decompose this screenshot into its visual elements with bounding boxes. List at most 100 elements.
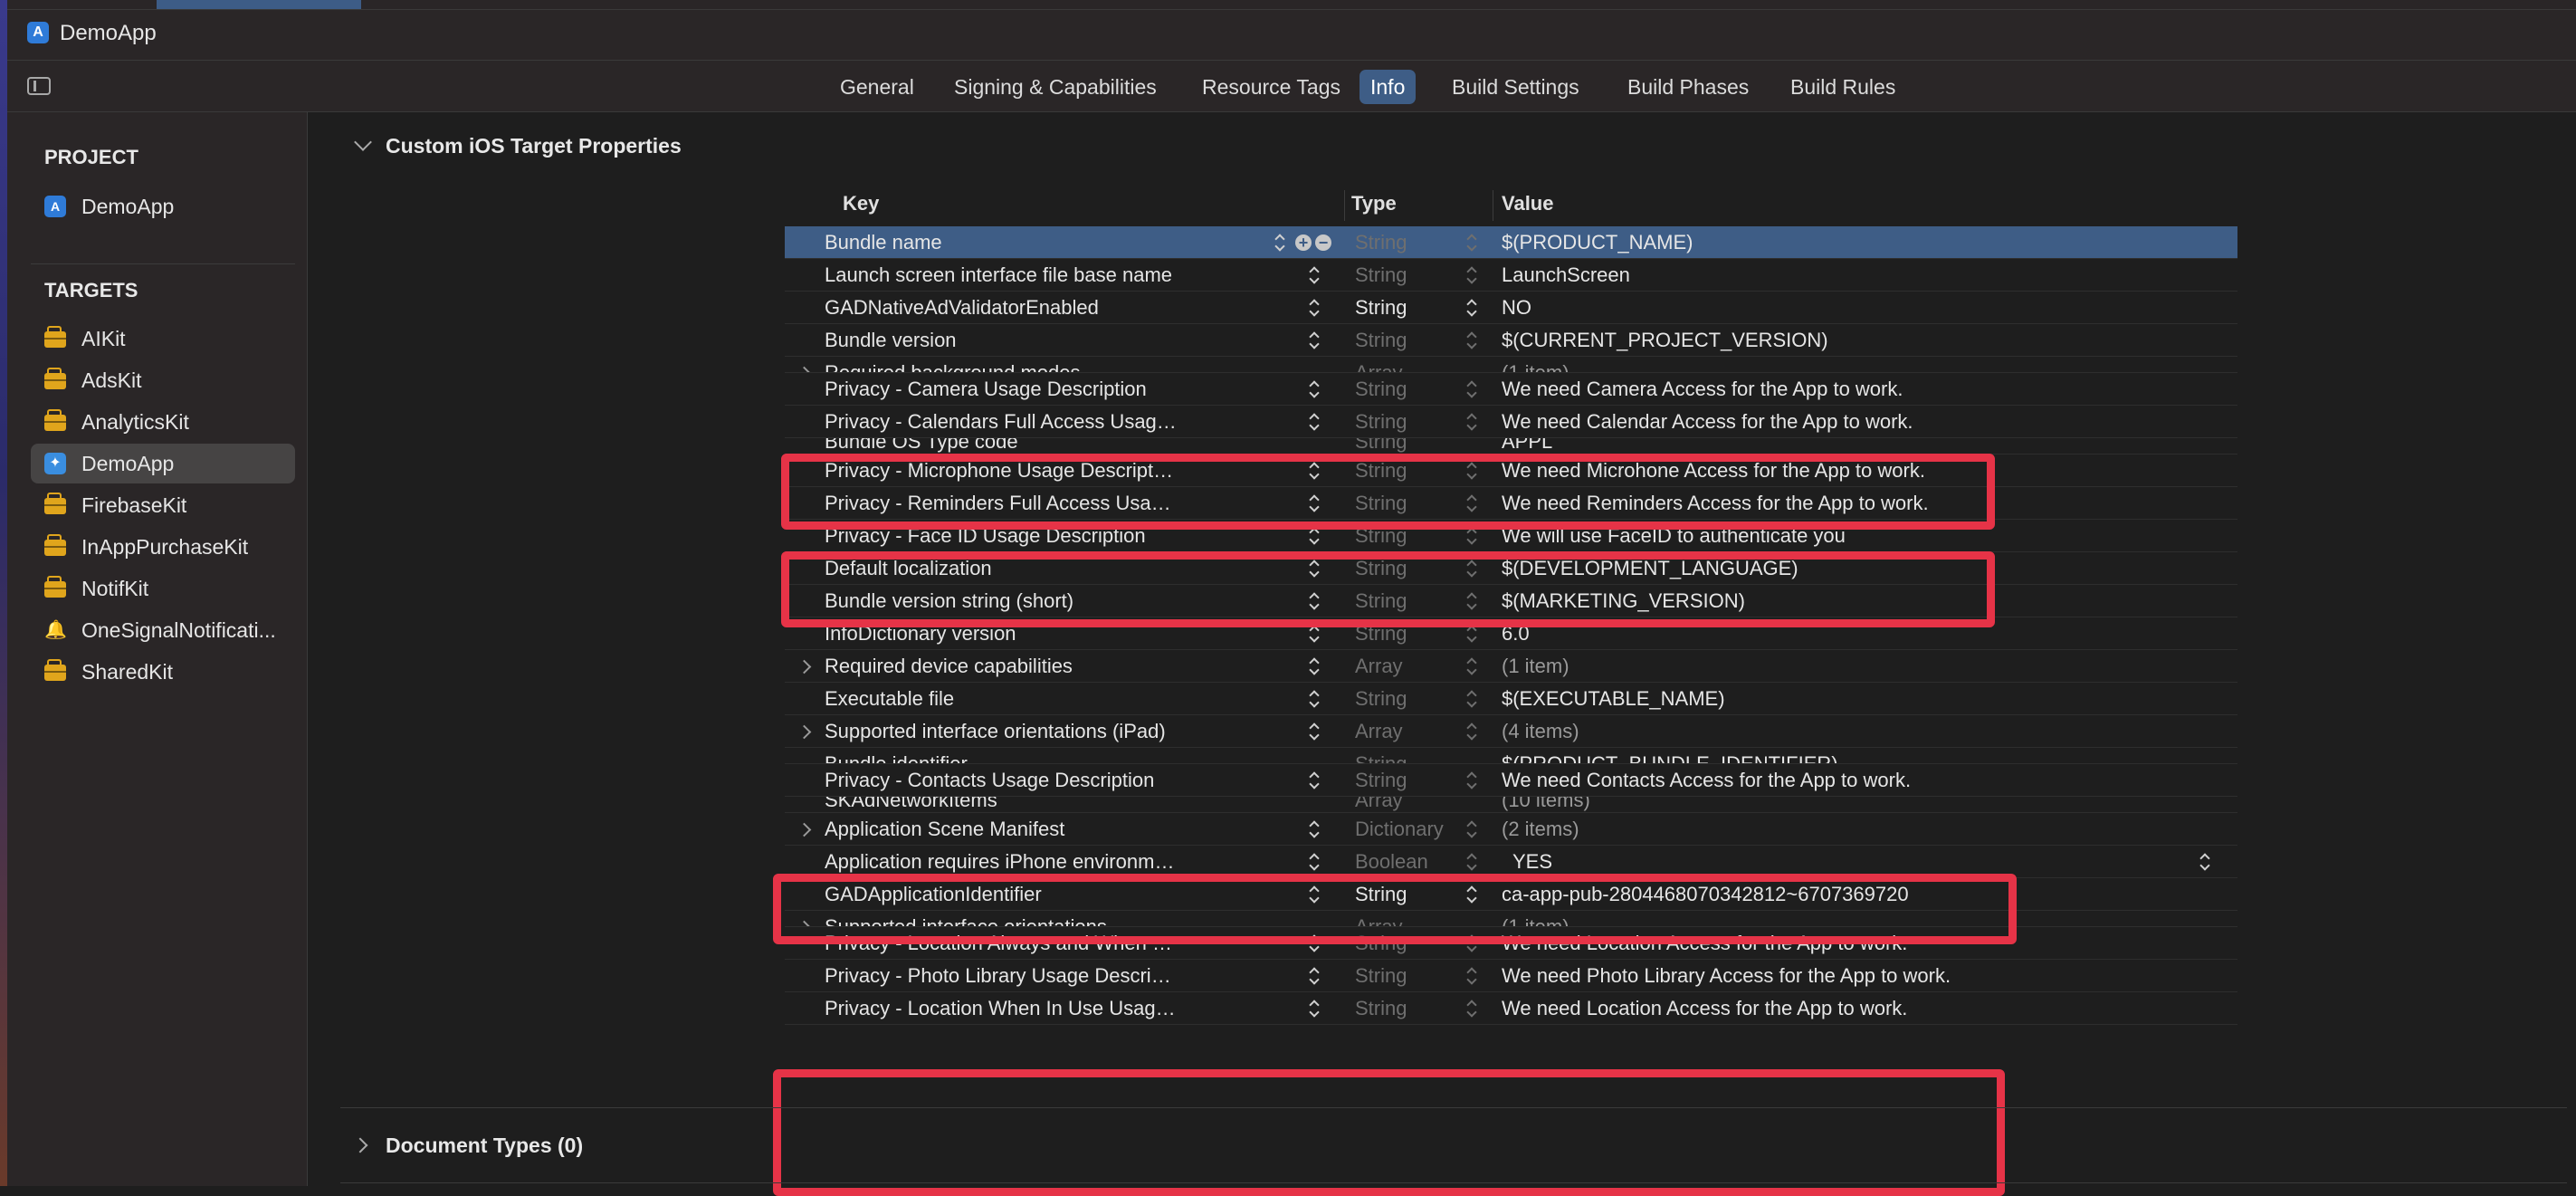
chevron-updown-icon[interactable] — [1308, 933, 1321, 953]
table-row[interactable]: Privacy - Camera Usage Description Strin… — [785, 373, 2237, 406]
row-value[interactable]: We will use FaceID to authenticate you — [1502, 520, 1846, 552]
chevron-updown-icon[interactable] — [1274, 233, 1286, 253]
chevron-updown-icon[interactable] — [1465, 493, 1478, 513]
chevron-updown-icon[interactable] — [1308, 379, 1321, 399]
chevron-updown-icon[interactable] — [1308, 624, 1321, 644]
chevron-down-icon[interactable] — [354, 133, 372, 151]
chevron-updown-icon[interactable] — [1308, 265, 1321, 285]
sidebar-item-project[interactable]: A DemoApp — [31, 187, 295, 226]
table-row[interactable]: Privacy - Location Always and When In Us… — [785, 927, 2237, 960]
disclosure-chevron-icon[interactable] — [797, 724, 812, 740]
tab-general[interactable]: General — [829, 70, 925, 104]
sidebar-item-target[interactable]: AIKit — [31, 319, 295, 359]
row-value[interactable]: We need Photo Library Access for the App… — [1502, 960, 1951, 992]
tab-resource-tags[interactable]: Resource Tags — [1191, 70, 1351, 104]
chevron-updown-icon[interactable] — [1465, 461, 1478, 481]
chevron-updown-icon[interactable] — [1308, 591, 1321, 611]
chevron-updown-icon[interactable] — [1465, 770, 1478, 790]
chevron-updown-icon[interactable] — [1465, 591, 1478, 611]
table-row[interactable]: Supported interface orientations (iPad) … — [785, 715, 2237, 748]
chevron-updown-icon[interactable] — [1465, 819, 1478, 839]
table-row[interactable]: Bundle version String $(CURRENT_PROJECT_… — [785, 324, 2237, 357]
chevron-updown-icon[interactable] — [1465, 933, 1478, 953]
chevron-updown-icon[interactable] — [1465, 722, 1478, 742]
chevron-updown-icon[interactable] — [1308, 722, 1321, 742]
chevron-updown-icon[interactable] — [1308, 412, 1321, 432]
chevron-updown-icon[interactable] — [1465, 689, 1478, 709]
table-row[interactable]: Executable file String $(EXECUTABLE_NAME… — [785, 683, 2237, 715]
column-header-type[interactable]: Type — [1351, 192, 1397, 215]
table-row[interactable]: Privacy - Calendars Full Access Usage De… — [785, 406, 2237, 438]
table-row[interactable]: Launch screen interface file base name S… — [785, 259, 2237, 292]
chevron-updown-icon[interactable] — [1308, 852, 1321, 872]
table-row[interactable]: Bundle name + − String $(PRODUCT_NAME) — [785, 226, 2237, 259]
table-row[interactable]: Privacy - Photo Library Usage Descriptio… — [785, 960, 2237, 992]
row-value[interactable]: $(DEVELOPMENT_LANGUAGE) — [1502, 552, 1798, 585]
row-value[interactable]: ca-app-pub-2804468070342812~6707369720 — [1502, 878, 1909, 911]
chevron-updown-icon[interactable] — [1465, 966, 1478, 986]
table-row[interactable]: Required device capabilities Array (1 it… — [785, 650, 2237, 683]
chevron-updown-icon[interactable] — [1308, 559, 1321, 579]
sidebar-item-target[interactable]: SharedKit — [31, 652, 295, 692]
row-value[interactable]: We need Reminders Access for the App to … — [1502, 487, 1929, 520]
row-value[interactable]: LaunchScreen — [1502, 259, 1630, 292]
table-row[interactable]: Application Scene Manifest Dictionary (2… — [785, 813, 2237, 846]
row-value-select[interactable]: YES — [1512, 846, 1552, 878]
table-row[interactable]: Privacy - Contacts Usage Description Str… — [785, 764, 2237, 797]
chevron-updown-icon[interactable] — [1465, 885, 1478, 904]
table-row[interactable]: Supported interface orientations Array (… — [785, 911, 2237, 927]
table-row[interactable]: Privacy - Location When In Use Usage Des… — [785, 992, 2237, 1025]
table-row[interactable]: Default localization String $(DEVELOPMEN… — [785, 552, 2237, 585]
document-types-title[interactable]: Document Types (0) — [386, 1134, 583, 1158]
tab-build-settings[interactable]: Build Settings — [1441, 70, 1590, 104]
row-value[interactable]: $(PRODUCT_NAME) — [1502, 226, 1693, 259]
chevron-updown-icon[interactable] — [1465, 999, 1478, 1019]
chevron-updown-icon[interactable] — [1308, 330, 1321, 350]
row-value[interactable]: 6.0 — [1502, 617, 1530, 650]
disclosure-chevron-icon[interactable] — [797, 659, 812, 675]
chevron-updown-icon[interactable] — [1308, 770, 1321, 790]
row-value[interactable]: NO — [1502, 292, 1531, 324]
chevron-right-icon[interactable] — [352, 1137, 368, 1153]
table-row[interactable]: InfoDictionary version String 6.0 — [785, 617, 2237, 650]
chevron-updown-icon[interactable] — [1465, 624, 1478, 644]
chevron-updown-icon[interactable] — [1465, 379, 1478, 399]
chevron-updown-icon[interactable] — [1308, 461, 1321, 481]
chevron-updown-icon[interactable] — [1308, 885, 1321, 904]
chevron-updown-icon[interactable] — [1465, 265, 1478, 285]
chevron-updown-icon[interactable] — [1308, 656, 1321, 676]
chevron-updown-icon[interactable] — [1465, 656, 1478, 676]
chevron-updown-icon[interactable] — [2199, 852, 2211, 872]
chevron-updown-icon[interactable] — [1465, 330, 1478, 350]
chevron-updown-icon[interactable] — [1465, 559, 1478, 579]
chevron-updown-icon[interactable] — [1308, 966, 1321, 986]
row-value[interactable]: We need Location Access for the App to w… — [1502, 927, 1907, 960]
tab-signing-capabilities[interactable]: Signing & Capabilities — [943, 70, 1168, 104]
tab-build-phases[interactable]: Build Phases — [1617, 70, 1760, 104]
chevron-updown-icon[interactable] — [1308, 526, 1321, 546]
editor-tab-indicator[interactable] — [157, 0, 361, 9]
chevron-updown-icon[interactable] — [1465, 526, 1478, 546]
column-header-value[interactable]: Value — [1502, 192, 1553, 215]
chevron-updown-icon[interactable] — [1465, 852, 1478, 872]
table-row[interactable]: Privacy - Face ID Usage Description Stri… — [785, 520, 2237, 552]
chevron-updown-icon[interactable] — [1465, 298, 1478, 318]
chevron-updown-icon[interactable] — [1308, 999, 1321, 1019]
disclosure-chevron-icon[interactable] — [797, 366, 812, 372]
table-row[interactable]: Privacy - Microphone Usage Description S… — [785, 454, 2237, 487]
chevron-updown-icon[interactable] — [1308, 298, 1321, 318]
row-value[interactable]: $(CURRENT_PROJECT_VERSION) — [1502, 324, 1828, 357]
chevron-updown-icon[interactable] — [1465, 233, 1478, 253]
section-title[interactable]: Custom iOS Target Properties — [386, 134, 682, 158]
row-value[interactable]: We need Calendar Access for the App to w… — [1502, 406, 1913, 438]
table-row[interactable]: Application requires iPhone environment … — [785, 846, 2237, 878]
table-row[interactable]: Required background modes Array (1 item) — [785, 357, 2237, 373]
sidebar-item-target[interactable]: AnalyticsKit — [31, 402, 295, 442]
tab-build-rules[interactable]: Build Rules — [1779, 70, 1906, 104]
table-row[interactable]: Bundle OS Type code String APPL — [785, 438, 2237, 454]
disclosure-chevron-icon[interactable] — [797, 920, 812, 926]
sidebar-item-target[interactable]: FirebaseKit — [31, 485, 295, 525]
sidebar-item-target[interactable]: InAppPurchaseKit — [31, 527, 295, 567]
table-row[interactable]: Privacy - Reminders Full Access Usage De… — [785, 487, 2237, 520]
disclosure-chevron-icon[interactable] — [797, 822, 812, 837]
